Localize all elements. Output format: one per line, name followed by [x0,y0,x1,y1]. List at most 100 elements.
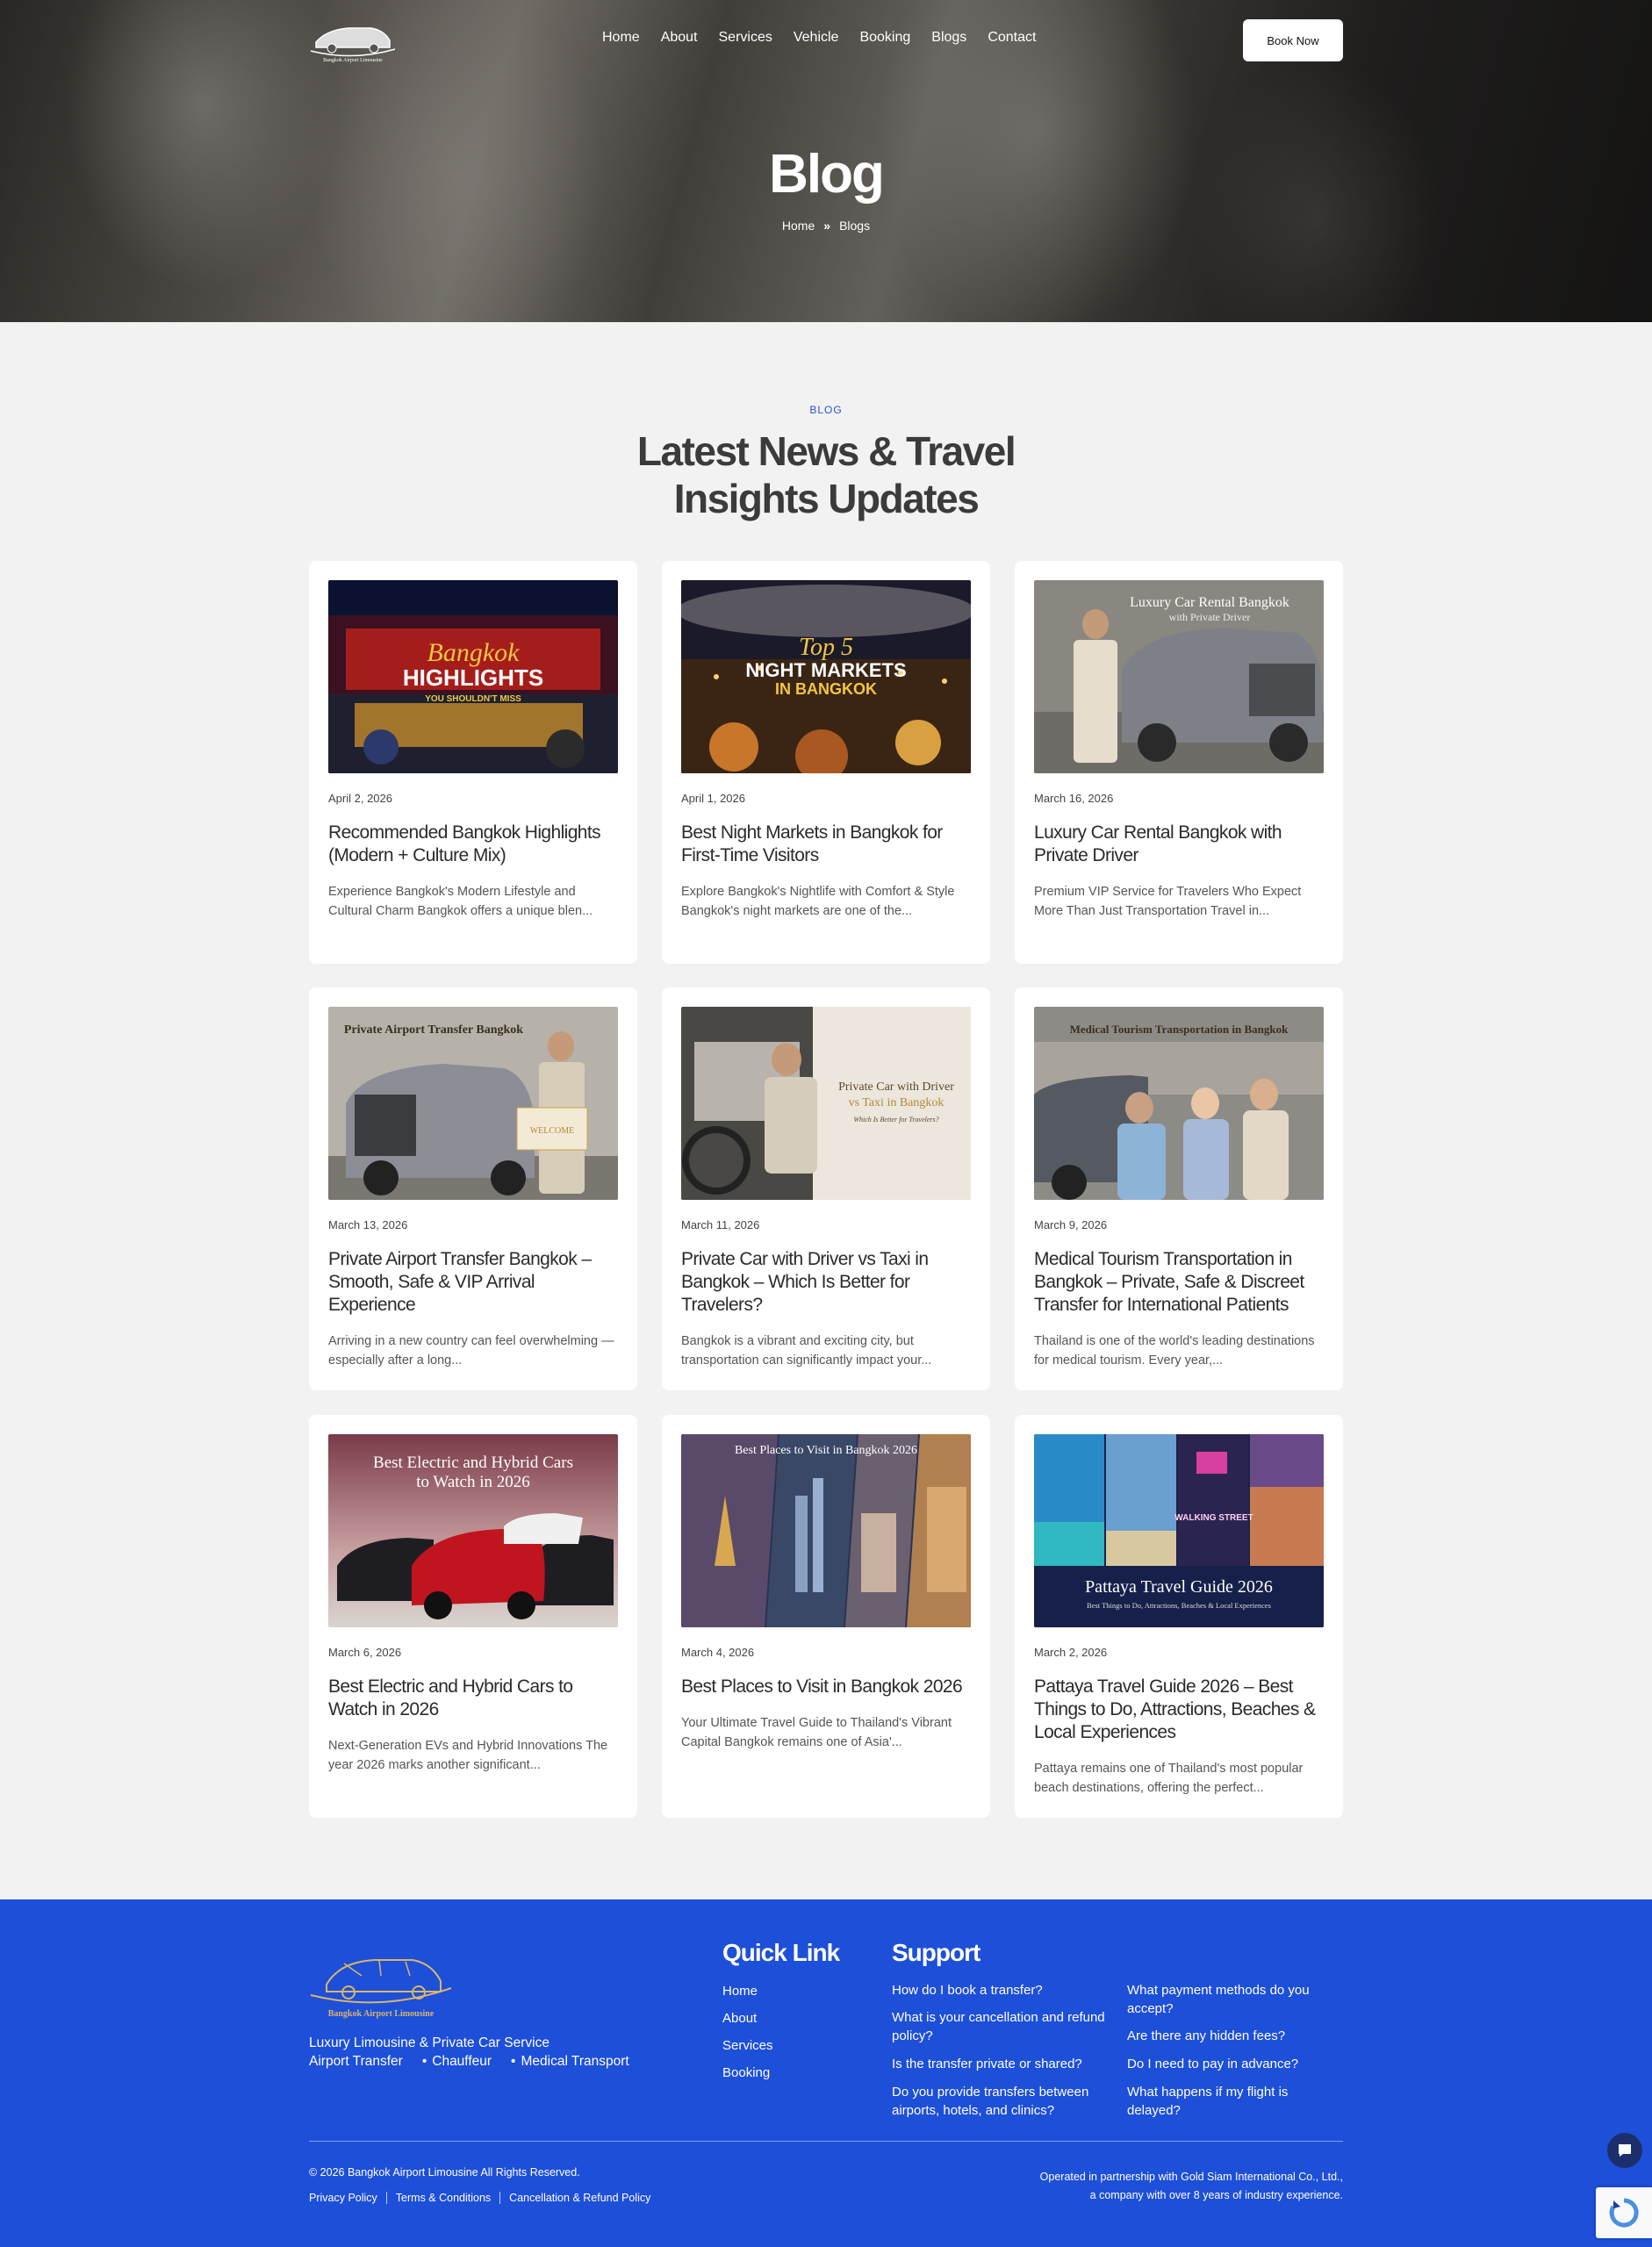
breadcrumb-home[interactable]: Home [782,219,815,233]
thumb-text: IN BANGKOK [775,680,877,698]
post-thumbnail[interactable]: Luxury Car Rental Bangkok with Private D… [1034,580,1324,773]
blog-card[interactable]: Bangkok HIGHLIGHTS YOU SHOULDN'T MISS Ap… [309,561,637,964]
nav-vehicle[interactable]: Vehicle [794,30,839,46]
blog-card[interactable]: Best Electric and Hybrid Cars to Watch i… [309,1415,637,1818]
footer-link-home[interactable]: Home [722,1984,773,1999]
footer-logo-text: Bangkok Airport Limousine [328,2009,435,2019]
post-date: March 16, 2026 [1034,792,1114,805]
section-eyebrow: BLOG [809,404,843,416]
faq-link[interactable]: Do you provide transfers between airport… [892,2083,1107,2120]
post-title[interactable]: Private Car with Driver vs Taxi in Bangk… [681,1248,971,1317]
thumb-text: Private Airport Transfer Bangkok [344,1023,523,1037]
faq-link[interactable]: What happens if my flight is delayed? [1127,2083,1342,2120]
post-thumbnail[interactable]: Best Places to Visit in Bangkok 2026 [681,1434,971,1627]
blog-card[interactable]: Medical Tourism Transportation in Bangko… [1015,987,1343,1390]
refund-policy-link[interactable]: Cancellation & Refund Policy [499,2192,659,2204]
thumb-text: Top 5 [799,634,853,661]
post-title[interactable]: Medical Tourism Transportation in Bangko… [1034,1248,1324,1317]
blog-card[interactable]: Best Places to Visit in Bangkok 2026 Mar… [662,1415,990,1818]
thumb-text: NIGHT MARKETS [745,659,906,681]
thumb-text: YOU SHOULDN'T MISS [425,694,521,704]
blog-card[interactable]: Private Car with Driver vs Taxi in Bangk… [662,987,990,1390]
footer-divider [309,2141,1343,2142]
footer-link-services[interactable]: Services [722,2038,773,2053]
nav-blogs[interactable]: Blogs [931,30,966,46]
faq-link[interactable]: What payment methods do you accept? [1127,1981,1342,2018]
post-thumbnail[interactable]: WALKING STREET Pattaya Travel Guide 2026… [1034,1434,1324,1627]
thumb-text: to Watch in 2026 [416,1473,530,1491]
nav-home[interactable]: Home [602,30,640,46]
post-thumbnail[interactable]: Private Airport Transfer Bangkok WELCOME [328,1007,618,1200]
post-date: March 6, 2026 [328,1646,402,1659]
footer-link-about[interactable]: About [722,2011,773,2026]
post-title[interactable]: Recommended Bangkok Highlights (Modern +… [328,822,618,867]
post-excerpt: Your Ultimate Travel Guide to Thailand's… [681,1716,952,1749]
post-title[interactable]: Pattaya Travel Guide 2026 – Best Things … [1034,1676,1324,1744]
thumb-text: Best Things to Do, Attractions, Beaches … [1087,1601,1271,1610]
thumb-text: HIGHLIGHTS [403,664,543,691]
nav-services[interactable]: Services [719,30,772,46]
faq-link[interactable]: What is your cancellation and refund pol… [892,2008,1107,2045]
support-heading: Support [892,1939,980,1966]
thumb-text: Which Is Better for Travelers? [853,1116,938,1124]
chat-icon[interactable] [1607,2133,1642,2168]
partner-line-2: a company with over 8 years of industry … [1089,2189,1343,2201]
section-title-line1: Latest News & Travel [636,428,1016,474]
section-title: Latest News & Travel Insights Updates [0,427,1652,522]
service-medical-transport: Medical Transport [511,2054,628,2070]
quick-links: Home About Services Booking [722,1984,773,2093]
post-date: April 1, 2026 [681,792,745,805]
breadcrumb-separator-icon: » [823,219,831,233]
post-excerpt: Experience Bangkok's Modern Lifestyle an… [328,885,593,918]
post-title[interactable]: Best Places to Visit in Bangkok 2026 [681,1676,971,1698]
thumb-text: Medical Tourism Transportation in Bangko… [1070,1023,1289,1036]
site-footer: Bangkok Airport Limousine Luxury Limousi… [0,1899,1652,2247]
recaptcha-icon[interactable] [1596,2187,1652,2238]
main-nav: Home About Services Vehicle Booking Blog… [602,30,1057,46]
post-title[interactable]: Luxury Car Rental Bangkok with Private D… [1034,822,1324,867]
page-title: Blog [769,144,885,205]
thumb-text: with Private Driver [1169,611,1251,623]
post-excerpt: Arriving in a new country can feel overw… [328,1334,614,1368]
thumb-text: Best Places to Visit in Bangkok 2026 [735,1444,917,1457]
thumb-text: Bangkok [427,638,521,667]
post-thumbnail[interactable]: Medical Tourism Transportation in Bangko… [1034,1007,1324,1200]
post-thumbnail[interactable]: Private Car with Driver vs Taxi in Bangk… [681,1007,971,1200]
thumb-text: Private Car with Driver [838,1080,954,1094]
post-excerpt: Premium VIP Service for Travelers Who Ex… [1034,885,1302,918]
service-chauffeur: Chauffeur [422,2054,492,2070]
terms-link[interactable]: Terms & Conditions [385,2192,499,2204]
post-excerpt: Next-Generation EVs and Hybrid Innovatio… [328,1739,608,1772]
footer-link-booking[interactable]: Booking [722,2065,773,2080]
footer-services: Airport Transfer Chauffeur Medical Trans… [309,2054,649,2070]
blog-card[interactable]: Private Airport Transfer Bangkok WELCOME… [309,987,637,1390]
post-date: March 13, 2026 [328,1218,408,1231]
post-thumbnail[interactable]: Bangkok HIGHLIGHTS YOU SHOULDN'T MISS [328,580,618,773]
footer-logo[interactable]: Bangkok Airport Limousine [309,1942,453,2020]
book-now-button[interactable]: Book Now [1243,19,1343,61]
nav-about[interactable]: About [661,30,698,46]
privacy-policy-link[interactable]: Privacy Policy [309,2192,386,2204]
faq-link[interactable]: Do I need to pay in advance? [1127,2055,1342,2073]
post-date: March 9, 2026 [1034,1218,1108,1231]
nav-booking[interactable]: Booking [859,30,910,46]
faq-link[interactable]: Is the transfer private or shared? [892,2055,1107,2073]
blog-card[interactable]: WALKING STREET Pattaya Travel Guide 2026… [1015,1415,1343,1818]
post-title[interactable]: Private Airport Transfer Bangkok – Smoot… [328,1248,618,1317]
post-thumbnail[interactable]: Best Electric and Hybrid Cars to Watch i… [328,1434,618,1627]
site-logo[interactable]: Bangkok Airport Limousine [309,16,397,65]
thumb-text: WELCOME [530,1126,575,1136]
post-title[interactable]: Best Electric and Hybrid Cars to Watch i… [328,1676,618,1721]
post-date: April 2, 2026 [328,792,392,805]
post-excerpt: Thailand is one of the world's leading d… [1034,1334,1315,1368]
post-date: March 2, 2026 [1034,1646,1108,1659]
blog-card[interactable]: Top 5 NIGHT MARKETS IN BANGKOK April 1, … [662,561,990,964]
faq-link[interactable]: How do I book a transfer? [892,1981,1107,1999]
nav-contact[interactable]: Contact [988,30,1036,46]
post-thumbnail[interactable]: Top 5 NIGHT MARKETS IN BANGKOK [681,580,971,773]
faq-link[interactable]: Are there any hidden fees? [1127,2027,1342,2045]
breadcrumb: Home » Blogs [0,219,1652,233]
post-title[interactable]: Best Night Markets in Bangkok for First-… [681,822,971,867]
page-hero: Bangkok Airport Limousine Home About Ser… [0,0,1652,322]
blog-card[interactable]: Luxury Car Rental Bangkok with Private D… [1015,561,1343,964]
